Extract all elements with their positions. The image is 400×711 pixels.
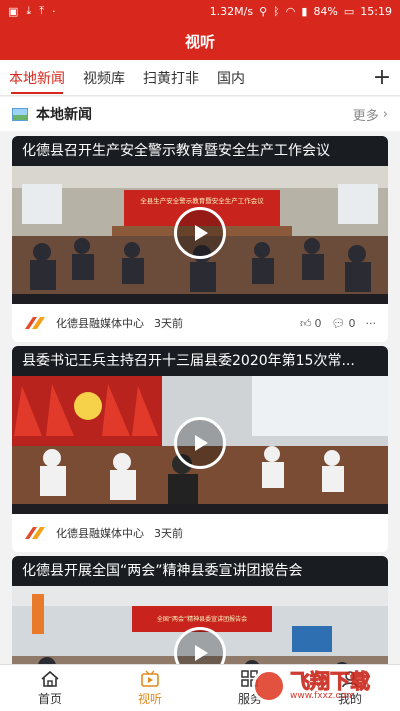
network-speed: 1.32M/s [209,4,254,18]
clock: 15:19 [360,4,392,18]
video-icon [141,670,159,687]
battery-icon: ▭ [343,4,355,18]
gallery-icon: ▣ [8,4,19,18]
dots-icon: · [52,4,56,18]
watermark-text: 飞翔下载 [290,669,371,693]
card-meta: 化德县融媒体中心 3天前 👍︎ 0 💬︎ 0 ··· [12,304,388,342]
like-button[interactable]: 👍︎ 0 [300,317,322,330]
news-feed[interactable]: 化德县召开生产安全警示教育暨安全生产工作会议 全县生产安全警示教育暨安全生产工作… [0,131,400,664]
more-link[interactable]: 更多 › [353,105,388,124]
tab-label: 视频库 [83,70,125,87]
status-bar: ▣ ⤓ ⤒ · 1.32M/s ⚲ ᛒ ◠ ▮ 84% ▭ 15:19 [0,0,400,22]
comment-icon: 💬︎ [331,316,346,330]
news-card[interactable]: 县委书记王兵主持召开十三届县委2020年第15次常... 化德县融媒体中心 3天… [12,346,388,552]
tab-label: 本地新闻 [9,70,65,87]
chevron-right-icon: › [382,106,388,122]
location-icon: ⚲ [259,4,268,18]
battery-level: 84% [313,4,338,18]
nav-home[interactable]: 首页 [0,665,100,711]
card-title: 化德县开展全国“两会”精神县委宣讲团报告会 [12,556,388,586]
more-options-icon[interactable]: ··· [366,317,377,330]
tab-video-library[interactable]: 视频库 [74,60,134,96]
card-meta: 化德县融媒体中心 3天前 [12,514,388,552]
tab-anti-pornography[interactable]: 扫黄打非 [134,60,208,96]
news-card[interactable]: 化德县开展全国“两会”精神县委宣讲团报告会 全国“两会”精神县委宣讲团报告会 [12,556,388,664]
thumbs-up-icon: 👍︎ [300,316,312,330]
video-thumbnail[interactable]: 县委书记王兵主持召开十三届县委2020年第15次常... [12,346,388,514]
page-title: 视听 [184,32,215,51]
image-icon [12,107,28,121]
play-icon [195,645,208,662]
header: 视听 [0,22,400,60]
stage-banner-text: 全县生产安全警示教育暨安全生产工作会议 [140,196,264,205]
upload-icon: ⤒ [39,4,45,17]
tab-domestic[interactable]: 国内 [208,60,254,96]
comment-count: 0 [348,316,356,330]
source-name: 化德县融媒体中心 [56,317,144,330]
watermark-logo [252,669,286,703]
section-header: 本地新闻 更多 › [0,97,400,131]
video-thumbnail[interactable]: 化德县开展全国“两会”精神县委宣讲团报告会 全国“两会”精神县委宣讲团报告会 [12,556,388,664]
tab-label: 国内 [217,70,245,87]
publish-time: 3天前 [154,317,183,330]
section-title: 本地新闻 [36,107,92,123]
card-title: 化德县召开生产安全警示教育暨安全生产工作会议 [12,136,388,166]
media-center-logo [25,527,45,539]
tab-bar: 本地新闻 视频库 扫黄打非 国内 + [0,60,400,96]
like-count: 0 [314,316,322,330]
publish-time: 3天前 [154,527,183,540]
comment-button[interactable]: 💬︎ 0 [332,317,356,330]
signal-icon: ▮ [301,4,308,18]
play-icon [195,225,208,242]
home-icon [41,670,59,687]
card-title: 县委书记王兵主持召开十三届县委2020年第15次常... [12,346,388,376]
tab-local-news[interactable]: 本地新闻 [0,60,74,96]
play-icon [195,435,208,452]
add-channel-icon[interactable]: + [364,60,400,96]
site-watermark: 飞翔下载 www.fxxz.com [252,662,392,710]
news-card[interactable]: 化德县召开生产安全警示教育暨安全生产工作会议 全县生产安全警示教育暨安全生产工作… [12,136,388,342]
stage-banner-text: 全国“两会”精神县委宣讲团报告会 [157,615,247,623]
more-label: 更多 [352,108,379,124]
download-icon: ⤓ [26,4,32,17]
nav-label: 视听 [137,691,162,706]
source-name: 化德县融媒体中心 [56,527,144,540]
video-thumbnail[interactable]: 化德县召开生产安全警示教育暨安全生产工作会议 全县生产安全警示教育暨安全生产工作… [12,136,388,304]
bluetooth-icon: ᛒ [273,4,280,18]
nav-video[interactable]: 视听 [100,665,200,711]
media-center-logo [25,317,45,329]
tab-label: 扫黄打非 [143,70,199,87]
wifi-icon: ◠ [285,4,296,18]
nav-label: 首页 [37,691,62,706]
